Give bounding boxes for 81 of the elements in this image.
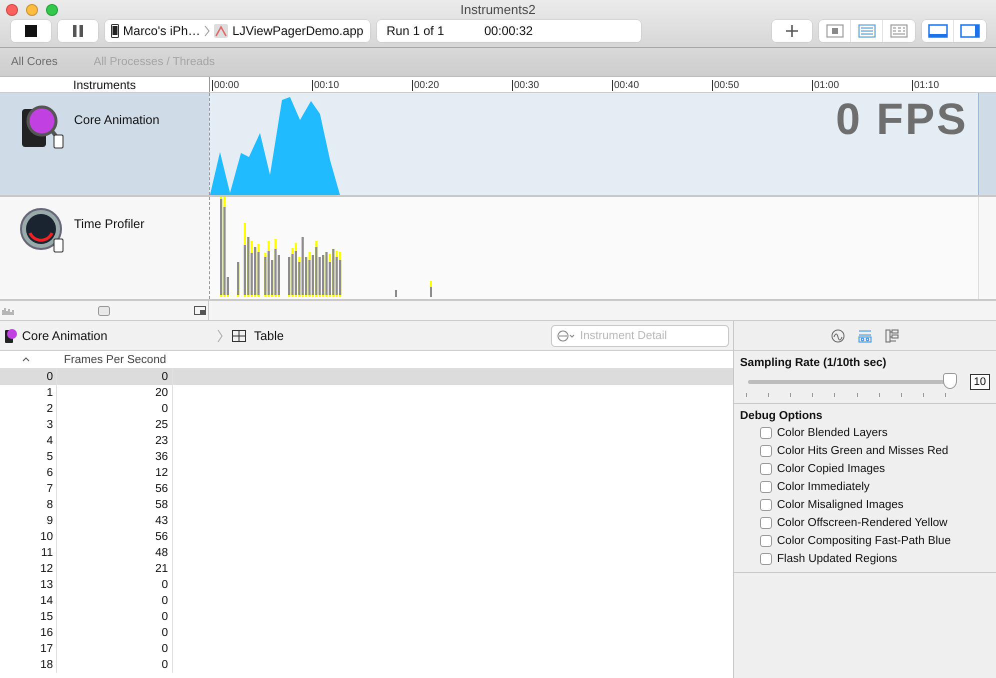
sort-ascending-icon <box>22 357 30 362</box>
checkbox[interactable] <box>760 535 772 547</box>
grid-icon <box>890 24 908 38</box>
magnifier-icon <box>20 103 64 149</box>
instrument-name: Time Profiler <box>74 217 144 231</box>
scheme-selector[interactable]: Marco's iPh… LJViewPagerDemo.app <box>105 20 370 42</box>
option-label: Color Blended Layers <box>777 427 888 439</box>
zoom-button[interactable] <box>46 4 58 16</box>
chevron-icon <box>217 328 224 342</box>
time-tick-label: 01:00 <box>812 80 840 91</box>
checkbox[interactable] <box>760 481 772 493</box>
minimize-button[interactable] <box>26 4 38 16</box>
window-title: Instruments2 <box>460 2 536 16</box>
column-heading: Instruments <box>73 78 136 92</box>
table-row[interactable]: 0 0 <box>0 369 733 385</box>
plus-icon <box>786 24 798 36</box>
checkbox[interactable] <box>760 463 772 475</box>
section-title: Sampling Rate (1/10th sec) <box>740 357 888 369</box>
filter-icon <box>557 330 575 342</box>
time-tick-label: 00:40 <box>612 80 640 91</box>
elapsed-time: 00:00:32 <box>484 24 533 38</box>
time-tick-label: 00:20 <box>412 80 440 91</box>
option-label: Color Copied Images <box>777 463 886 475</box>
checkbox[interactable] <box>760 445 772 457</box>
breadcrumb-item[interactable]: Table <box>232 328 284 342</box>
time-tick-label: 01:10 <box>912 80 940 91</box>
app-icon <box>214 24 228 38</box>
time-tick-label: 00:30 <box>512 80 540 91</box>
chevron-icon <box>204 24 210 36</box>
bottom-panel-icon <box>928 24 948 38</box>
checkbox[interactable] <box>760 553 772 565</box>
toggle-icon <box>98 306 110 316</box>
row-index: 18 <box>0 657 57 673</box>
stopwatch-icon <box>20 207 64 253</box>
slider-thumb[interactable] <box>942 373 957 389</box>
section-title: Debug Options <box>740 410 824 422</box>
instrument-track[interactable]: Time Profiler <box>0 197 996 301</box>
chip-icon <box>826 24 844 38</box>
fps-reading: 0 FPS <box>836 95 968 145</box>
time-tick-label: 00:10 <box>312 80 340 91</box>
column-header[interactable]: Frames Per Second <box>57 354 173 366</box>
list-icon <box>858 24 876 38</box>
checkbox[interactable] <box>760 499 772 511</box>
add-button[interactable] <box>772 20 812 42</box>
app-name: LJViewPagerDemo.app <box>232 24 364 38</box>
checkbox[interactable] <box>760 517 772 529</box>
search-field[interactable]: Instrument Detail <box>551 324 729 346</box>
option-label: Color Hits Green and Misses Red <box>777 445 948 457</box>
table-cell: 0 <box>57 657 173 673</box>
value-field: 10 <box>970 374 990 390</box>
filter-button[interactable]: All Cores <box>11 56 58 68</box>
instrument-track[interactable]: Core Animation 0 FPS <box>0 93 996 197</box>
tree-icon <box>885 328 899 342</box>
right-panel-icon <box>960 24 980 38</box>
phone-icon <box>111 24 119 38</box>
magnifier-icon <box>4 328 18 344</box>
breadcrumb-item[interactable]: Core Animation <box>4 328 108 344</box>
options-icon <box>858 328 872 342</box>
option-label: Color Misaligned Images <box>777 499 904 511</box>
table-icon <box>232 330 246 342</box>
option-label: Color Offscreen-Rendered Yellow <box>777 517 948 529</box>
time-tick-label: 00:50 <box>712 80 740 91</box>
inspector-tab[interactable] <box>885 328 899 342</box>
run-label: Run 1 of 1 <box>386 24 444 38</box>
checkbox[interactable] <box>760 427 772 439</box>
panel-icon <box>194 306 206 315</box>
stop-button[interactable] <box>11 20 51 42</box>
device-name: Marco's iPh… <box>123 24 200 38</box>
wave-icon <box>831 328 845 342</box>
option-label: Color Compositing Fast-Path Blue <box>777 535 951 547</box>
pause-button[interactable] <box>58 20 98 42</box>
option-label: Color Immediately <box>777 481 870 493</box>
time-tick-label: 00:00 <box>212 80 240 91</box>
inspector-tab[interactable] <box>858 328 872 342</box>
stop-icon <box>25 24 37 36</box>
option-label: Flash Updated Regions <box>777 553 898 565</box>
bar-chart-icon <box>2 306 14 314</box>
inspector-tab[interactable] <box>831 328 845 342</box>
instrument-name: Core Animation <box>74 113 160 127</box>
pause-icon <box>73 24 83 36</box>
close-button[interactable] <box>6 4 18 16</box>
